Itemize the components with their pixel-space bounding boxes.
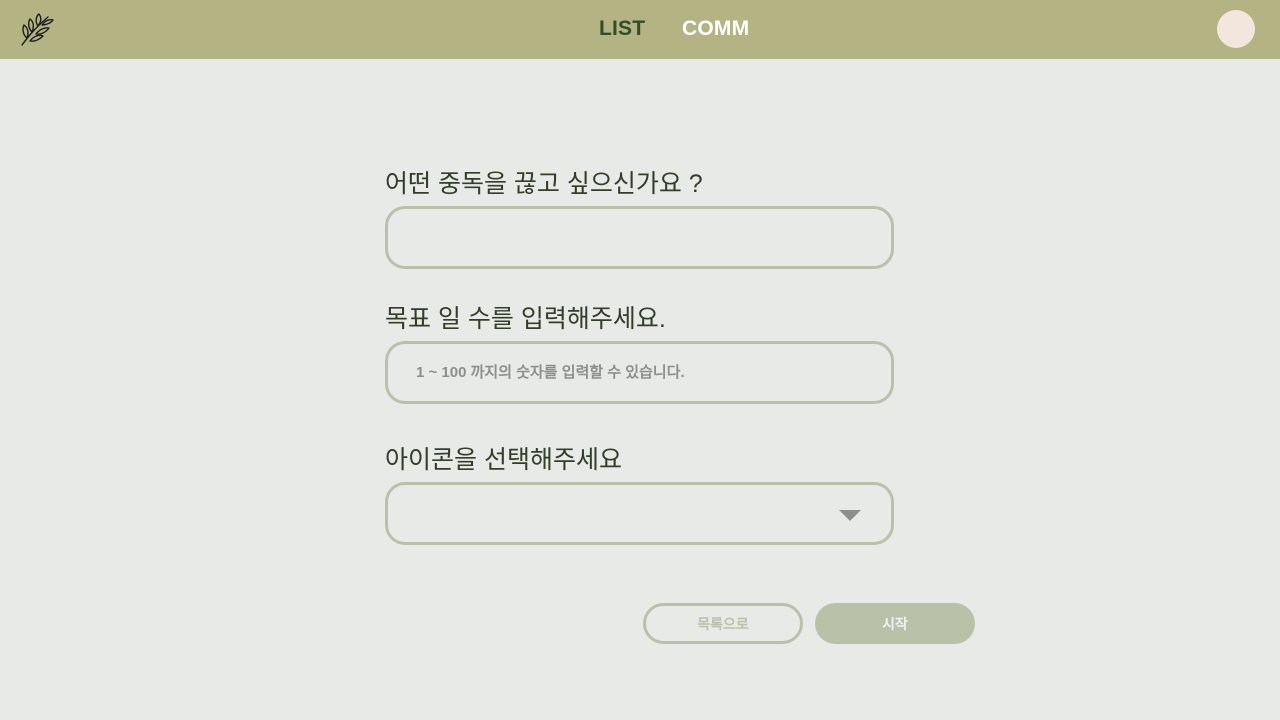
- nav-comm[interactable]: COMM: [682, 17, 749, 41]
- start-button[interactable]: 시작: [815, 603, 975, 644]
- back-to-list-button[interactable]: 목록으로: [643, 603, 803, 644]
- days-field: [385, 341, 894, 404]
- triangle-down-icon: [839, 510, 861, 521]
- top-bar: LIST COMM: [0, 0, 1280, 59]
- leaf-branch-icon[interactable]: [18, 11, 56, 47]
- addiction-field: [385, 206, 894, 269]
- icon-label: 아이콘을 선택해주세요: [385, 446, 622, 474]
- addiction-input[interactable]: [388, 209, 891, 266]
- days-input[interactable]: [388, 344, 891, 401]
- avatar[interactable]: [1217, 10, 1255, 48]
- icon-select[interactable]: [385, 482, 894, 545]
- nav-list[interactable]: LIST: [599, 17, 645, 41]
- addiction-label: 어떤 중독을 끊고 싶으신가요 ?: [385, 170, 703, 198]
- days-label: 목표 일 수를 입력해주세요.: [385, 305, 666, 333]
